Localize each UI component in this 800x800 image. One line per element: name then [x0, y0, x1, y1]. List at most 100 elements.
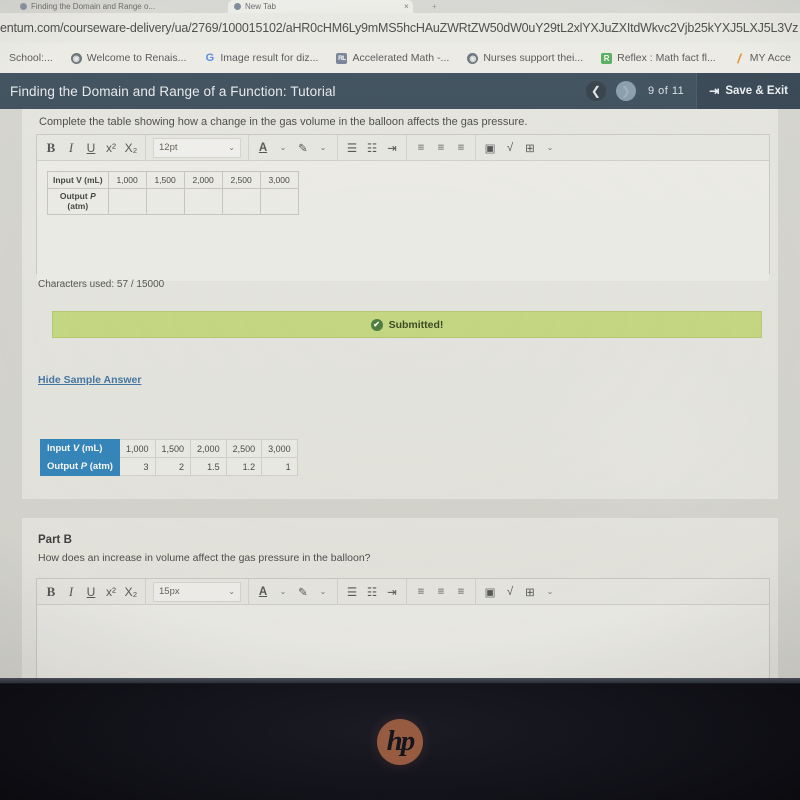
new-tab-icon[interactable]: + — [432, 2, 437, 11]
table-cell[interactable] — [107, 188, 147, 215]
bullet-list-icon[interactable]: ☰ — [342, 137, 362, 159]
table-cell: 3 — [118, 457, 156, 476]
text-style-group: B I U x² X₂ — [37, 135, 145, 161]
save-and-exit-label: Save & Exit — [725, 85, 788, 97]
insert-image-icon[interactable]: ▣ — [480, 137, 500, 159]
bookmark-label: Welcome to Renais... — [86, 52, 187, 64]
chevron-down-icon[interactable]: ⌄ — [313, 137, 333, 159]
google-icon: G — [205, 52, 215, 64]
browser-tab-strip: Finding the Domain and Range o... New Ta… — [0, 0, 800, 13]
bookmark-label: MY Acce — [749, 52, 791, 64]
laptop-screen-photo: Finding the Domain and Range o... New Ta… — [0, 0, 800, 800]
insert-table-icon[interactable]: ⊞ — [520, 581, 540, 603]
browser-tab-1[interactable]: Finding the Domain and Range o... — [14, 0, 224, 13]
italic-button[interactable]: I — [61, 581, 81, 603]
subscript-button[interactable]: X₂ — [121, 137, 141, 159]
superscript-button[interactable]: x² — [101, 137, 121, 159]
hide-sample-answer-link[interactable]: Hide Sample Answer — [38, 374, 141, 386]
highlight-icon[interactable]: ✎ — [293, 581, 313, 603]
subscript-button[interactable]: X₂ — [121, 581, 141, 603]
table-cell[interactable]: 2,000 — [183, 171, 223, 189]
bookmark-item[interactable]: RL Accelerated Math -... — [327, 52, 458, 64]
table-cell[interactable] — [259, 188, 299, 215]
part-a-card: Complete the table showing how a change … — [22, 109, 778, 499]
page-counter: 9 of 11 — [647, 85, 685, 97]
table-cell[interactable] — [145, 188, 185, 215]
bold-button[interactable]: B — [41, 581, 61, 603]
table-cell: 1,000 — [118, 439, 156, 458]
browser-window: Finding the Domain and Range o... New Ta… — [0, 0, 800, 683]
bullet-list-icon[interactable]: ☰ — [342, 581, 362, 603]
exit-icon: ⇥ — [709, 84, 720, 98]
laptop-bezel: hp — [0, 683, 800, 800]
text-color-icon[interactable]: A — [253, 581, 273, 603]
italic-button[interactable]: I — [61, 137, 81, 159]
table-cell[interactable]: 2,500 — [221, 171, 261, 189]
align-group: ≡ ≡ ≡ — [406, 134, 475, 161]
editor-content-area[interactable]: Input V (mL) 1,000 1,500 2,000 2,500 3,0… — [37, 171, 769, 281]
bookmark-label: Image result for diz... — [220, 52, 319, 64]
align-center-icon[interactable]: ≡ — [431, 137, 451, 159]
numbered-list-icon[interactable]: ☷ — [362, 581, 382, 603]
align-right-icon[interactable]: ≡ — [451, 137, 471, 159]
chevron-down-icon[interactable]: ⌄ — [273, 137, 293, 159]
close-icon[interactable]: × — [404, 2, 409, 11]
indent-icon[interactable]: ⇥ — [382, 137, 402, 159]
insert-equation-icon[interactable]: √ — [500, 581, 520, 603]
bookmark-item[interactable]: / MY Acce — [725, 51, 800, 66]
save-and-exit-button[interactable]: ⇥ Save & Exit — [696, 73, 800, 109]
hp-logo: hp — [377, 718, 423, 765]
highlight-icon[interactable]: ✎ — [293, 137, 313, 159]
insert-image-icon[interactable]: ▣ — [480, 581, 500, 603]
address-bar[interactable]: entum.com/courseware-delivery/ua/2769/10… — [0, 13, 800, 43]
font-size-select[interactable]: 15px ⌄ — [153, 581, 241, 602]
numbered-list-icon[interactable]: ☷ — [362, 137, 382, 159]
table-cell[interactable]: 3,000 — [259, 171, 299, 189]
table-cell[interactable]: 1,000 — [107, 171, 147, 189]
insert-table-icon[interactable]: ⊞ — [520, 137, 540, 159]
table-row: Output P (atm) 3 2 1.5 1.2 1 — [40, 457, 298, 476]
list-group: ☰ ☷ ⇥ — [337, 578, 406, 605]
courseware-header: Finding the Domain and Range of a Functi… — [0, 73, 800, 109]
part-a-input-table[interactable]: Input V (mL) 1,000 1,500 2,000 2,500 3,0… — [47, 171, 299, 215]
bookmark-item[interactable]: R Reflex : Math fact fl... — [592, 52, 725, 64]
align-right-icon[interactable]: ≡ — [451, 581, 471, 603]
chevron-down-icon[interactable]: ⌄ — [273, 581, 293, 603]
url-text[interactable]: entum.com/courseware-delivery/ua/2769/10… — [0, 21, 800, 35]
header-controls: ❮ ❯ 9 of 11 ⇥ Save & Exit — [585, 73, 800, 109]
align-left-icon[interactable]: ≡ — [411, 581, 431, 603]
font-size-select[interactable]: 12pt ⌄ — [153, 137, 241, 158]
insert-equation-icon[interactable]: √ — [500, 137, 520, 159]
next-page-button[interactable]: ❯ — [615, 81, 636, 101]
bookmark-item[interactable]: G Image result for diz... — [195, 52, 327, 64]
superscript-button[interactable]: x² — [101, 581, 121, 603]
bold-button[interactable]: B — [41, 137, 61, 159]
indent-icon[interactable]: ⇥ — [382, 581, 402, 603]
row-header: Output P (atm) — [40, 457, 120, 476]
check-circle-icon: ✔ — [370, 318, 383, 331]
align-left-icon[interactable]: ≡ — [411, 137, 431, 159]
table-cell[interactable] — [221, 188, 261, 215]
tab-favicon — [20, 3, 27, 10]
previous-page-button[interactable]: ❮ — [585, 81, 606, 101]
align-group: ≡ ≡ ≡ — [406, 578, 475, 605]
chevron-down-icon[interactable]: ⌄ — [313, 581, 333, 603]
reflex-icon: R — [601, 52, 613, 64]
chevron-down-icon[interactable]: ⌄ — [540, 137, 560, 159]
table-cell[interactable] — [183, 188, 223, 215]
table-cell[interactable]: 1,500 — [145, 171, 185, 189]
part-b-rich-text-editor[interactable]: B I U x² X₂ 15px ⌄ A ⌄ ✎ ⌄ ☰ ☷ ⇥ ≡ ≡ ≡ ▣… — [36, 578, 770, 683]
part-a-rich-text-editor[interactable]: B I U x² X₂ 12pt ⌄ A ⌄ ✎ ⌄ ☰ ☷ ⇥ ≡ ≡ ≡ ▣… — [36, 134, 770, 281]
align-center-icon[interactable]: ≡ — [431, 581, 451, 603]
editor-content-area[interactable] — [37, 605, 769, 683]
underline-button[interactable]: U — [81, 137, 101, 159]
browser-tab-2[interactable]: New Tab — [228, 0, 413, 13]
text-color-icon[interactable]: A — [253, 137, 273, 159]
character-counter: Characters used: 57 / 15000 — [38, 279, 165, 290]
chevron-down-icon[interactable]: ⌄ — [540, 581, 560, 603]
underline-button[interactable]: U — [81, 581, 101, 603]
bookmark-item[interactable]: ◉ Welcome to Renais... — [62, 52, 196, 64]
renaissance-icon: RL — [336, 52, 348, 64]
bookmark-item[interactable]: ◉ Nurses support thei... — [458, 52, 592, 64]
bookmark-item[interactable]: School:... — [0, 52, 62, 64]
